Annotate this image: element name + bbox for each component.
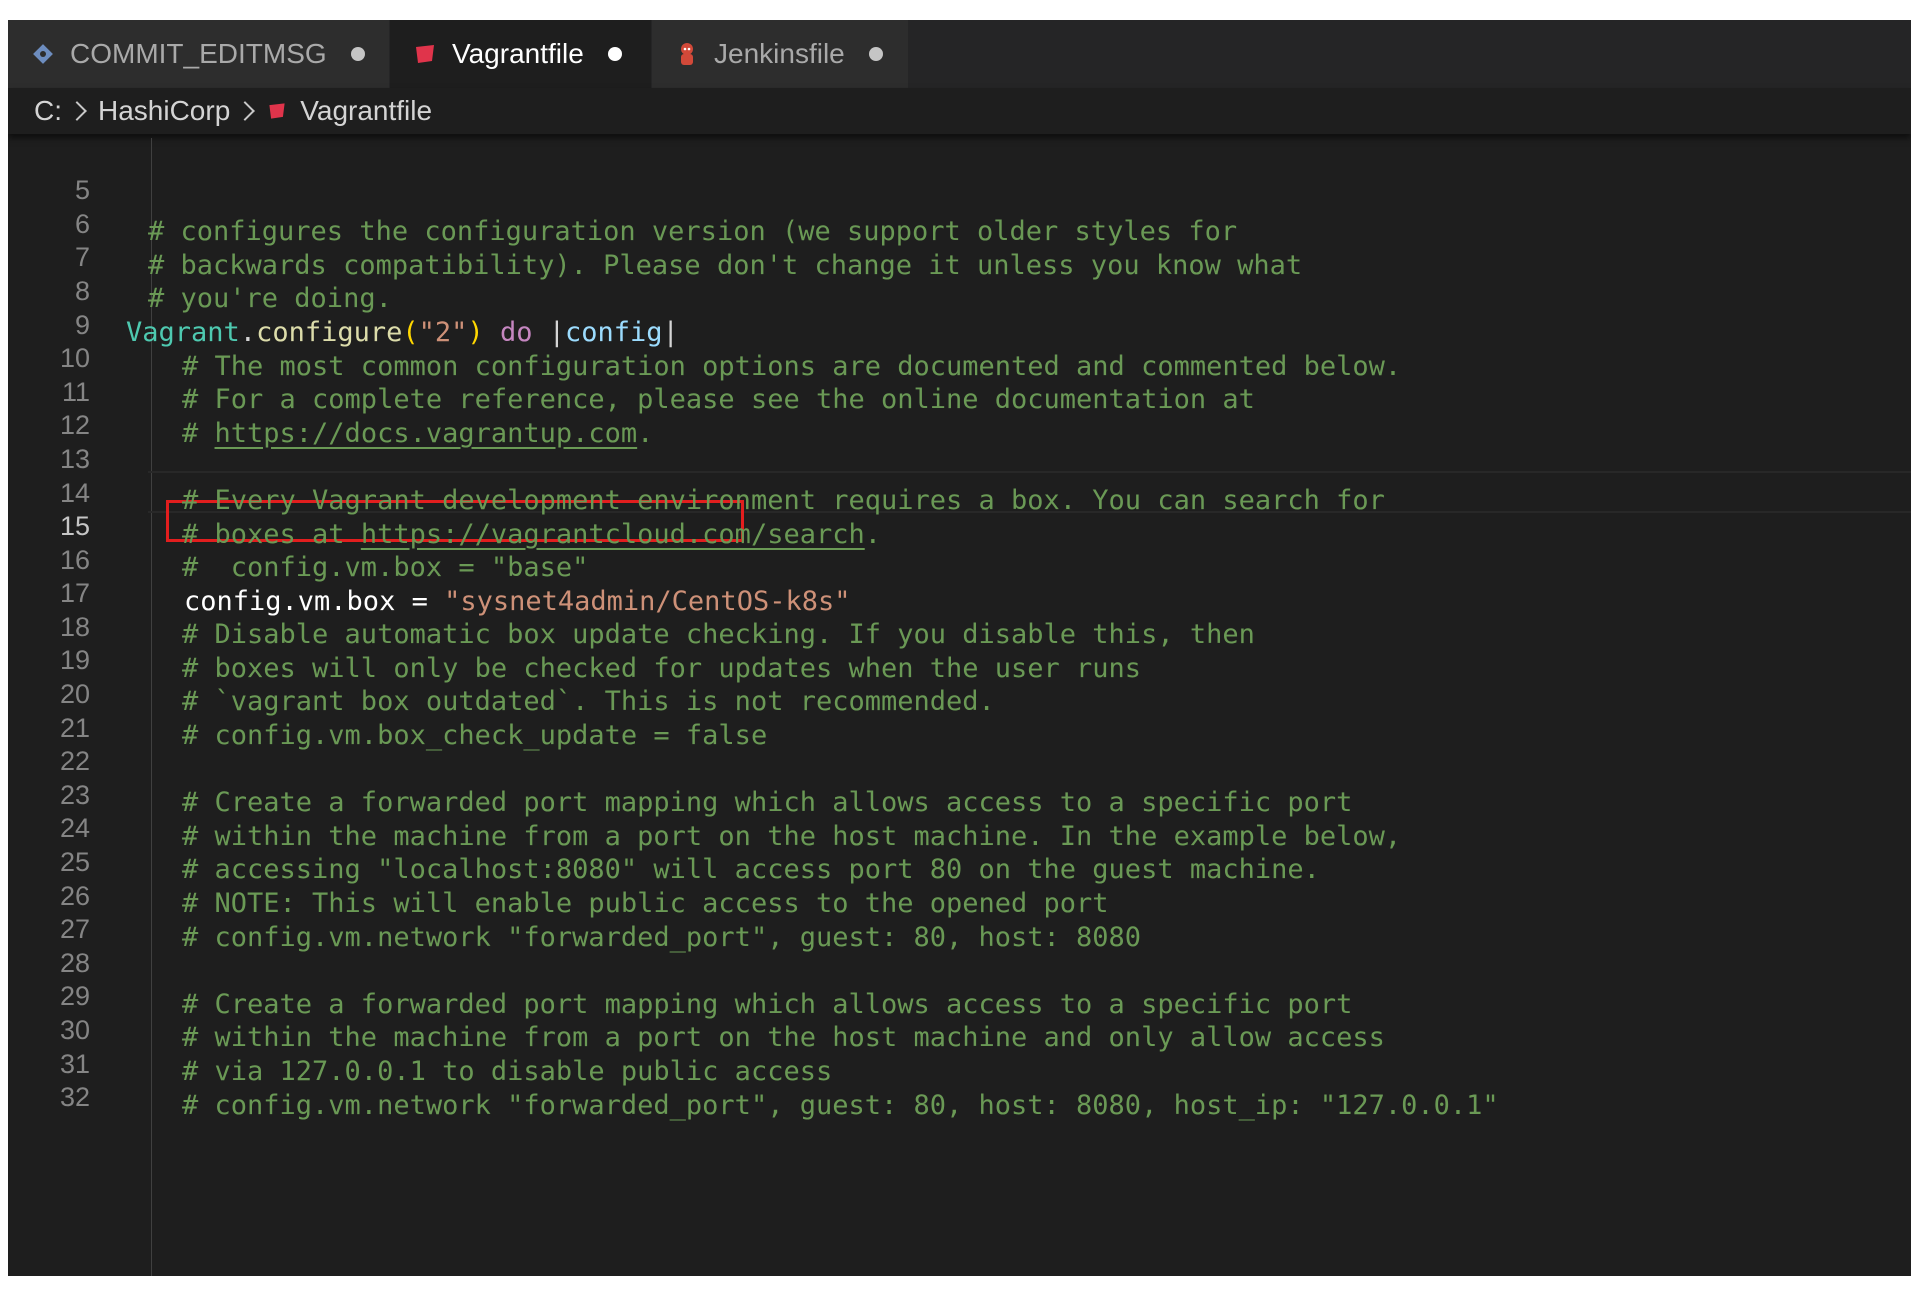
vagrant-icon: [269, 103, 285, 119]
modified-dot-icon[interactable]: [868, 47, 883, 61]
tab-jenkinsfile[interactable]: Jenkinsfile: [652, 20, 909, 88]
tab-label: COMMIT_EDITMSG: [70, 38, 327, 69]
chevron-right-icon: [235, 101, 256, 121]
tab-label: Vagrantfile: [452, 38, 584, 69]
tab-bar: COMMIT_EDITMSG Vagrantfile Jenkinsfile: [8, 20, 1911, 88]
line-text: # config.vm.network "forwarded_port", gu…: [182, 1090, 1499, 1121]
modified-dot-icon[interactable]: [607, 47, 622, 61]
breadcrumb-drive[interactable]: C:: [34, 95, 62, 127]
chevron-right-icon: [67, 101, 87, 121]
vagrant-icon: [416, 45, 434, 63]
breadcrumb-folder[interactable]: HashiCorp: [98, 95, 230, 127]
jenkins-icon: [681, 43, 693, 65]
breadcrumb-file[interactable]: Vagrantfile: [300, 95, 432, 127]
editor-window: COMMIT_EDITMSG Vagrantfile Jenkinsfile C…: [8, 20, 1911, 1276]
git-diamond-icon: [33, 44, 53, 64]
code-line[interactable]: 32: [8, 1036, 1911, 1112]
line-number: 32: [59, 1082, 90, 1112]
tab-label: Jenkinsfile: [714, 38, 845, 69]
code-editor[interactable]: 5 # configures the configuration version…: [8, 138, 1911, 1276]
tab-commit-editmsg[interactable]: COMMIT_EDITMSG: [8, 20, 390, 88]
tab-vagrantfile[interactable]: Vagrantfile: [390, 20, 652, 88]
breadcrumb: C: HashiCorp Vagrantfile: [8, 88, 1911, 134]
modified-dot-icon[interactable]: [350, 47, 365, 61]
